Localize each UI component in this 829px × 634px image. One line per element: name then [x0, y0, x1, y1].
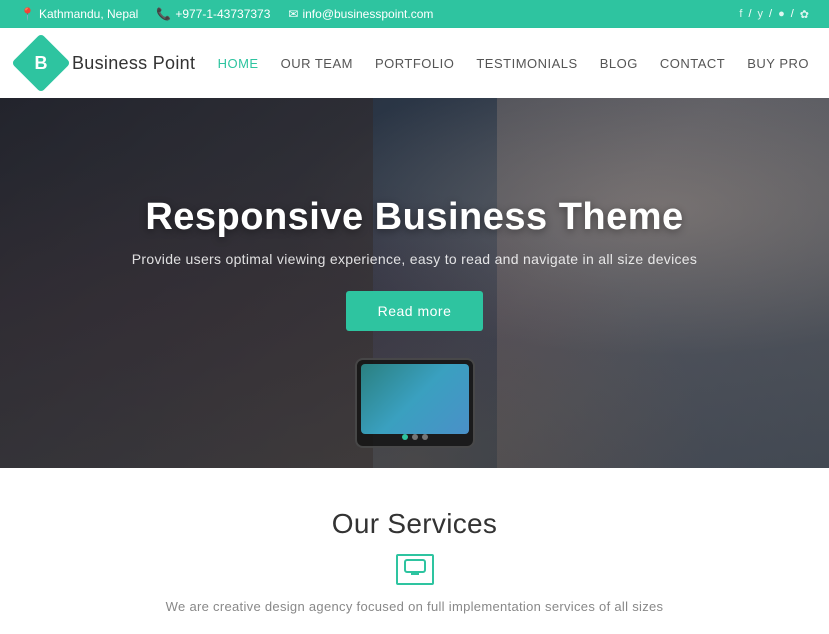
social-instagram[interactable]: ✿	[800, 8, 809, 21]
nav-blog[interactable]: BLOG	[600, 56, 638, 71]
hero-cta-button[interactable]: Read more	[346, 291, 484, 331]
phone: 📞 +977-1-43737373	[156, 7, 270, 21]
email-icon: ✉	[288, 7, 298, 21]
top-bar-contacts: 📍 Kathmandu, Nepal 📞 +977-1-43737373 ✉ i…	[20, 7, 433, 21]
logo-diamond: B	[11, 33, 70, 92]
services-subtitle: We are creative design agency focused on…	[20, 599, 809, 614]
nav-buy-pro[interactable]: BUY PRO	[747, 56, 809, 71]
logo-text: Business Point	[72, 53, 195, 74]
nav-portfolio[interactable]: PORTFOLIO	[375, 56, 454, 71]
social-links[interactable]: f / y / ● / ✿	[739, 8, 809, 21]
hero-subtitle: Provide users optimal viewing experience…	[132, 251, 697, 267]
main-nav: HOME OUR TEAM PORTFOLIO TESTIMONIALS BLO…	[218, 56, 809, 71]
pin-icon: 📍	[20, 7, 35, 21]
nav-testimonials[interactable]: TESTIMONIALS	[476, 56, 577, 71]
services-divider	[20, 554, 809, 585]
hero-section: Responsive Business Theme Provide users …	[0, 98, 829, 468]
social-twitter[interactable]: y	[758, 8, 764, 20]
services-title: Our Services	[20, 508, 809, 540]
services-section: Our Services We are creative design agen…	[0, 468, 829, 634]
monitor-icon	[404, 559, 426, 575]
phone-icon: 📞	[156, 7, 171, 21]
logo[interactable]: B Business Point	[20, 42, 195, 84]
top-bar: 📍 Kathmandu, Nepal 📞 +977-1-43737373 ✉ i…	[0, 0, 829, 28]
services-divider-icon	[396, 554, 434, 585]
email: ✉ info@businesspoint.com	[288, 7, 433, 21]
location: 📍 Kathmandu, Nepal	[20, 7, 138, 21]
social-globe[interactable]: ●	[778, 8, 785, 20]
nav-contact[interactable]: CONTACT	[660, 56, 725, 71]
nav-our-team[interactable]: OUR TEAM	[281, 56, 353, 71]
header: B Business Point HOME OUR TEAM PORTFOLIO…	[0, 28, 829, 98]
social-facebook[interactable]: f	[739, 8, 742, 20]
logo-letter: B	[35, 53, 48, 74]
nav-home[interactable]: HOME	[218, 56, 259, 71]
hero-title: Responsive Business Theme	[145, 196, 683, 239]
hero-content: Responsive Business Theme Provide users …	[0, 98, 829, 448]
